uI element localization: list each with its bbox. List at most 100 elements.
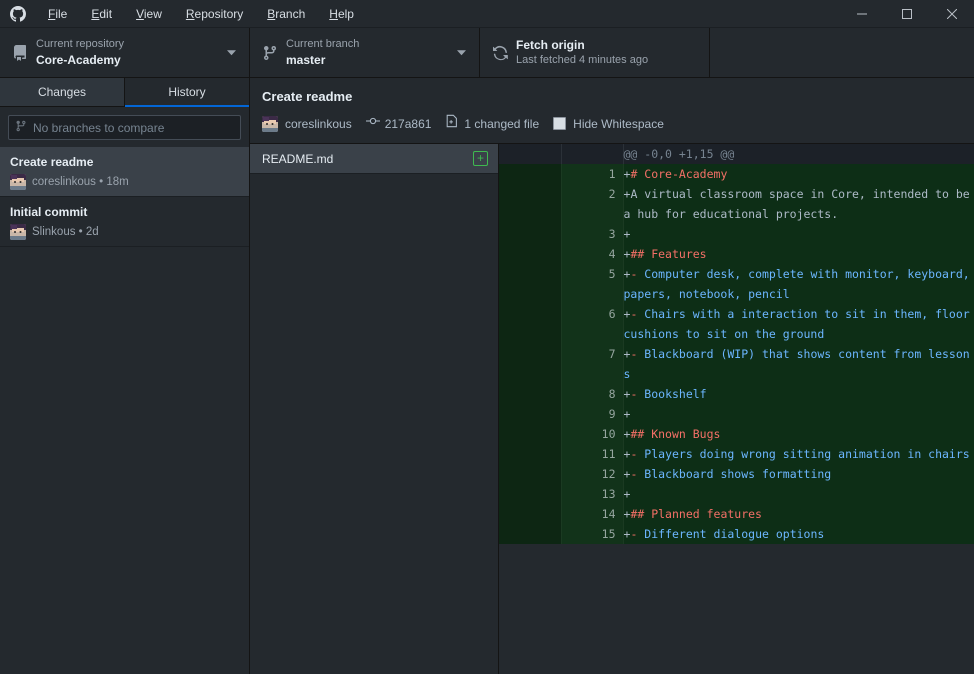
menu-item-file[interactable]: File	[36, 0, 79, 28]
diff-body: @@ -0,0 +1,15 @@1+# Core-Academy2+A virt…	[499, 144, 974, 544]
diff-line-row[interactable]: 10+## Known Bugs	[499, 424, 974, 444]
menu-item-view[interactable]: View	[124, 0, 174, 28]
diff-line-number: 5	[561, 264, 623, 304]
file-status-added-icon: +	[473, 151, 488, 166]
diff-line-row[interactable]: 5+- Computer desk, complete with monitor…	[499, 264, 974, 304]
diff-gutter-old	[499, 404, 561, 424]
github-logo-icon	[0, 6, 36, 22]
current-repository-button[interactable]: Current repository Core-Academy	[0, 28, 250, 77]
diff-gutter-old	[499, 304, 561, 344]
diff-gutter-old	[499, 184, 561, 224]
diff-line-row[interactable]: 9+	[499, 404, 974, 424]
diff-line-content: +	[623, 404, 974, 424]
current-branch-value: master	[286, 52, 453, 68]
diff-gutter-old	[499, 464, 561, 484]
commit-sha[interactable]: 217a861	[385, 117, 432, 131]
menu-item-edit[interactable]: Edit	[79, 0, 124, 28]
diff-line-row[interactable]: 3+	[499, 224, 974, 244]
diff-line-row[interactable]: 8+- Bookshelf	[499, 384, 974, 404]
current-repository-label: Current repository	[36, 37, 223, 52]
diff-line-content: +- Blackboard shows formatting	[623, 464, 974, 484]
diff-line-segment: ## Features	[630, 247, 706, 261]
fetch-origin-button[interactable]: Fetch origin Last fetched 4 minutes ago	[480, 28, 710, 77]
diff-line-row[interactable]: 13+	[499, 484, 974, 504]
close-icon[interactable]	[929, 0, 974, 28]
diff-viewer[interactable]: @@ -0,0 +1,15 @@1+# Core-Academy2+A virt…	[499, 144, 974, 674]
diff-line-segment: Computer desk, complete with monitor, ke…	[624, 267, 974, 301]
commit-meta: Slinkous • 2d	[10, 224, 239, 240]
tab-changes-label: Changes	[38, 85, 86, 99]
diff-line-content: +- Different dialogue options	[623, 524, 974, 544]
diff-gutter-old	[499, 224, 561, 244]
diff-line-row[interactable]: 6+- Chairs with a interaction to sit in …	[499, 304, 974, 344]
commit-time: 18m	[106, 176, 128, 188]
menu-item-branch[interactable]: Branch	[255, 0, 317, 28]
menu-bar: File Edit View Repository Branch Help	[36, 0, 366, 27]
diff-line-segment: A virtual classroom space in Core, inten…	[624, 187, 974, 221]
diff-gutter-old	[499, 424, 561, 444]
diff-gutter-old	[499, 264, 561, 304]
diff-line-row[interactable]: 2+A virtual classroom space in Core, int…	[499, 184, 974, 224]
diff-line-row[interactable]: 7+- Blackboard (WIP) that shows content …	[499, 344, 974, 384]
commit-author-time: Slinkous • 2d	[32, 226, 99, 238]
current-branch-button[interactable]: Current branch master	[250, 28, 480, 77]
commit-summary-header: Create readme coreslinkous	[250, 78, 974, 144]
diff-line-segment: Different dialogue options	[637, 527, 824, 541]
diff-line-number: 15	[561, 524, 623, 544]
diff-gutter-old	[499, 244, 561, 264]
changed-files-count: 1 changed file	[464, 117, 539, 131]
diff-line-content: +- Players doing wrong sitting animation…	[623, 444, 974, 464]
commit-list-item[interactable]: Initial commit	[0, 197, 249, 247]
files-and-diff: README.md + @@ -0,0 +1,15 @@1+# Core-Aca…	[250, 144, 974, 674]
commit-title: Create readme	[10, 154, 239, 170]
commit-time: 2d	[86, 226, 99, 238]
diff-line-number: 6	[561, 304, 623, 344]
commit-detail-pane: Create readme coreslinkous	[250, 78, 974, 674]
maximize-icon[interactable]	[884, 0, 929, 28]
diff-gutter-old	[499, 384, 561, 404]
minimize-icon[interactable]	[839, 0, 884, 28]
diff-line-segment: Players doing wrong sitting animation in…	[637, 447, 969, 461]
diff-gutter-old	[499, 444, 561, 464]
diff-line-row[interactable]: 4+## Features	[499, 244, 974, 264]
diff-line-segment: ## Known Bugs	[630, 427, 720, 441]
diff-empty-space	[499, 544, 974, 674]
diff-line-row[interactable]: 15+- Different dialogue options	[499, 524, 974, 544]
file-list: README.md +	[250, 144, 498, 674]
title-bar: File Edit View Repository Branch Help	[0, 0, 974, 28]
hide-whitespace-label[interactable]: Hide Whitespace	[573, 117, 664, 131]
tab-changes[interactable]: Changes	[0, 78, 125, 106]
diff-line-content: +- Blackboard (WIP) that shows content f…	[623, 344, 974, 384]
diff-line-marker: +	[624, 227, 631, 241]
branch-compare-wrapper: No branches to compare	[0, 107, 249, 147]
branch-compare-input[interactable]: No branches to compare	[8, 115, 241, 140]
menu-item-repository[interactable]: Repository	[174, 0, 255, 28]
diff-line-number: 8	[561, 384, 623, 404]
file-list-item[interactable]: README.md +	[250, 144, 498, 174]
fetch-origin-label: Fetch origin	[516, 37, 699, 53]
diff-line-row[interactable]: 11+- Players doing wrong sitting animati…	[499, 444, 974, 464]
diff-table: @@ -0,0 +1,15 @@1+# Core-Academy2+A virt…	[499, 144, 974, 544]
toolbar-spacer	[710, 28, 974, 77]
commit-list-item[interactable]: Create readme	[0, 147, 249, 197]
diff-line-number: 13	[561, 484, 623, 504]
diff-gutter-new	[561, 144, 623, 164]
hide-whitespace-checkbox[interactable]	[553, 117, 566, 130]
diff-line-content: +- Bookshelf	[623, 384, 974, 404]
diff-line-segment: Chairs with a interaction to sit in them…	[624, 307, 974, 341]
menu-item-help[interactable]: Help	[317, 0, 366, 28]
diff-line-row[interactable]: 1+# Core-Academy	[499, 164, 974, 184]
diff-line-content: +## Known Bugs	[623, 424, 974, 444]
diff-line-row[interactable]: 14+## Planned features	[499, 504, 974, 524]
diff-line-row[interactable]: 12+- Blackboard shows formatting	[499, 464, 974, 484]
diff-gutter-old	[499, 344, 561, 384]
fetch-origin-status: Last fetched 4 minutes ago	[516, 53, 699, 68]
commit-node-icon	[366, 114, 380, 133]
diff-hunk-header-row: @@ -0,0 +1,15 @@	[499, 144, 974, 164]
commit-list[interactable]: Create readme	[0, 147, 249, 674]
sync-icon	[492, 45, 516, 61]
file-name: README.md	[262, 152, 473, 166]
chevron-down-icon	[453, 48, 469, 57]
tab-history[interactable]: History	[125, 78, 249, 106]
window-controls	[839, 0, 974, 28]
